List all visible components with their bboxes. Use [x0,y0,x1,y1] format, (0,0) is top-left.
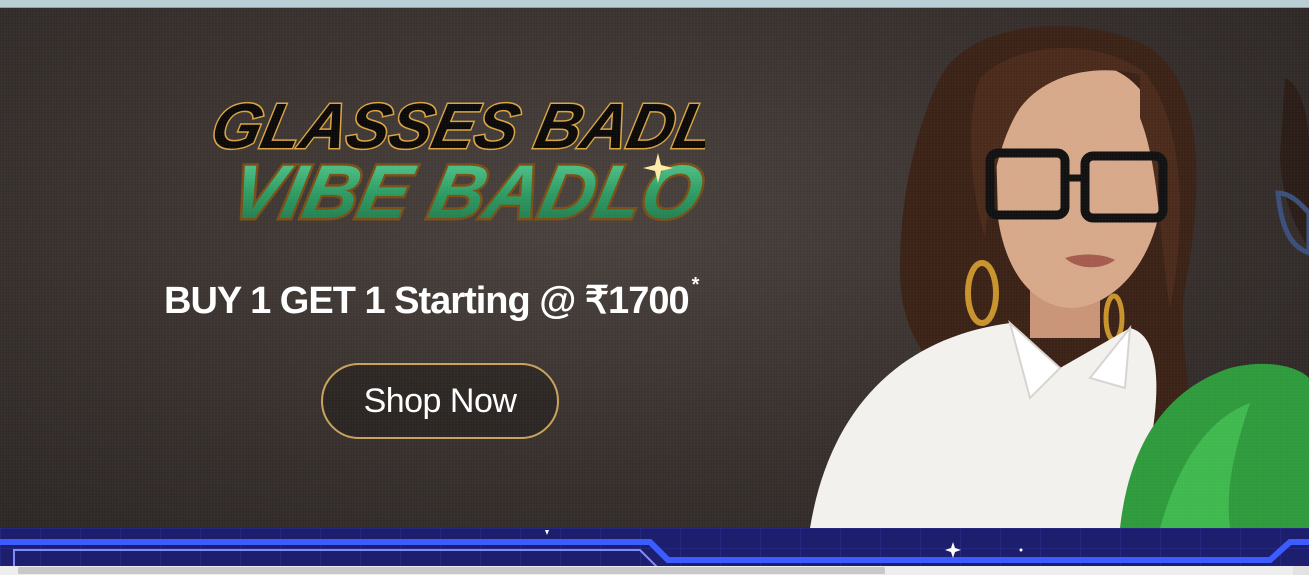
horizontal-scrollbar[interactable] [0,566,1309,575]
offer-headline: BUY 1 GET 1 Starting @ ₹1700 * [164,274,764,328]
offer-headline-text: BUY 1 GET 1 Starting @ ₹1700 [164,280,690,322]
promo-banner[interactable]: GLASSES BADLO VIBE BADLO BUY 1 GET 1 Sta… [0,8,1309,528]
scroll-right-arrow[interactable] [1293,566,1309,575]
offer-asterisk: * [691,274,700,296]
scrollbar-thumb[interactable] [18,567,885,574]
top-strip [0,0,1309,8]
campaign-logo-art: GLASSES BADLO VIBE BADLO [204,88,773,237]
shop-now-button[interactable]: Shop Now [321,363,559,439]
model-photo [730,8,1309,528]
model-illustration [810,26,1309,528]
campaign-logo: GLASSES BADLO VIBE BADLO [185,70,773,240]
logo-line2: VIBE BADLO [224,150,705,235]
